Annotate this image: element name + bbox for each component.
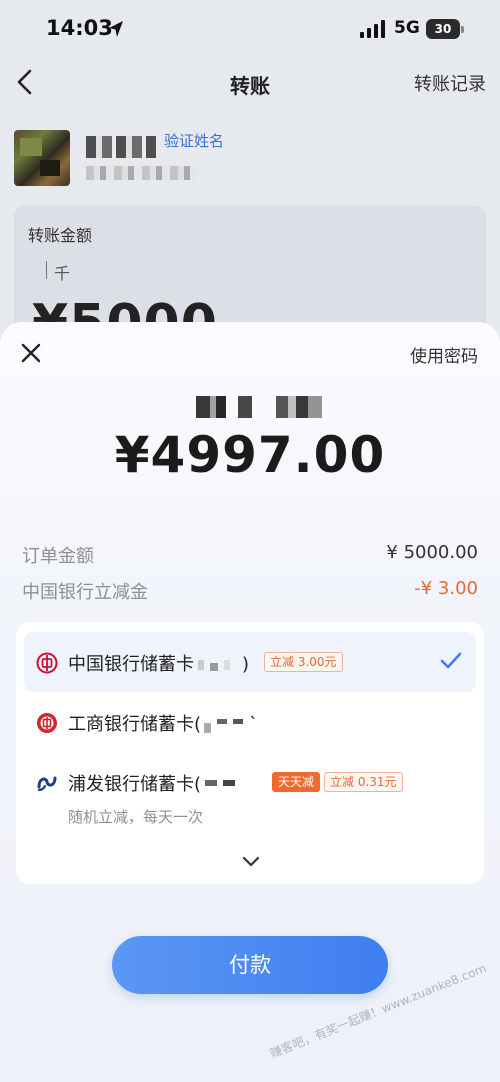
avatar [14,130,70,186]
check-icon [440,652,462,669]
boc-bank-icon [36,652,58,674]
payee-account-mosaic [86,166,196,180]
card-subtitle: 随机立减，每天一次 [68,808,204,826]
amount-unit-hint: 千 [45,260,70,284]
close-icon[interactable] [16,338,46,368]
battery-icon: 30 [426,19,464,39]
transfer-records-link[interactable]: 转账记录 [414,70,486,96]
card-name-text: 浦发银行储蓄卡( [68,774,202,795]
status-bar: 14:03 5G 30 [0,0,500,58]
network-type: 5G [394,18,420,38]
signal-icon [360,20,385,38]
location-arrow-icon [109,21,123,37]
card-name: 浦发银行储蓄卡( [68,770,243,796]
card-number-mosaic [205,780,236,786]
payee-name-mosaic [86,136,156,158]
pay-button[interactable]: 付款 [112,936,388,994]
amount-label: 转账金额 [28,226,93,245]
card-name-text: 工商银行储蓄卡( [68,714,202,735]
order-amount-value: ¥ 5000.00 [386,542,478,563]
order-amount-row: 订单金额 ¥ 5000.00 [22,542,478,568]
spdb-bank-icon [37,776,57,792]
payment-card-icbc[interactable]: 工商银行储蓄卡( ` [24,692,476,752]
discount-badge: 立减 0.31元 [324,772,403,792]
status-time: 14:03 [46,16,113,40]
discount-value: -¥ 3.00 [414,578,478,599]
card-name: 工商银行储蓄卡( ` [68,710,258,736]
daily-discount-badge: 天天减 [272,772,321,792]
chevron-down-icon[interactable] [241,854,261,868]
card-number-mosaic [198,660,230,671]
card-name: 中国银行储蓄卡) [68,650,249,676]
use-password-button[interactable]: 使用密码 [410,342,478,367]
order-amount-label: 订单金额 [22,546,94,567]
discount-badge: 立减 3.00元 [264,652,343,672]
payee-name-mosaic [196,396,322,418]
payment-card-spdb[interactable]: 浦发银行储蓄卡( 天天减 立减 0.31元 随机立减，每天一次 [24,752,476,838]
card-number-mosaic [204,719,244,733]
verify-name-link[interactable]: 验证姓名 [164,130,224,151]
pay-amount: ¥4997.00 [114,426,386,484]
payment-method-list: 中国银行储蓄卡) 立减 3.00元 工商银行储蓄卡( ` 浦发银行储蓄卡(天天… [16,622,484,884]
icbc-bank-icon [37,713,57,733]
payment-sheet: 使用密码 ¥4997.00 订单金额 ¥ 5000.00 中国银行立减金 -¥ … [0,322,500,1082]
card-name-suffix: ) [242,654,250,675]
discount-label: 中国银行立减金 [22,582,148,603]
card-name-suffix: ` [249,714,259,735]
card-name-text: 中国银行储蓄卡 [68,654,194,675]
payment-card-boc[interactable]: 中国银行储蓄卡) 立减 3.00元 [24,632,476,692]
discount-row: 中国银行立减金 -¥ 3.00 [22,578,478,604]
